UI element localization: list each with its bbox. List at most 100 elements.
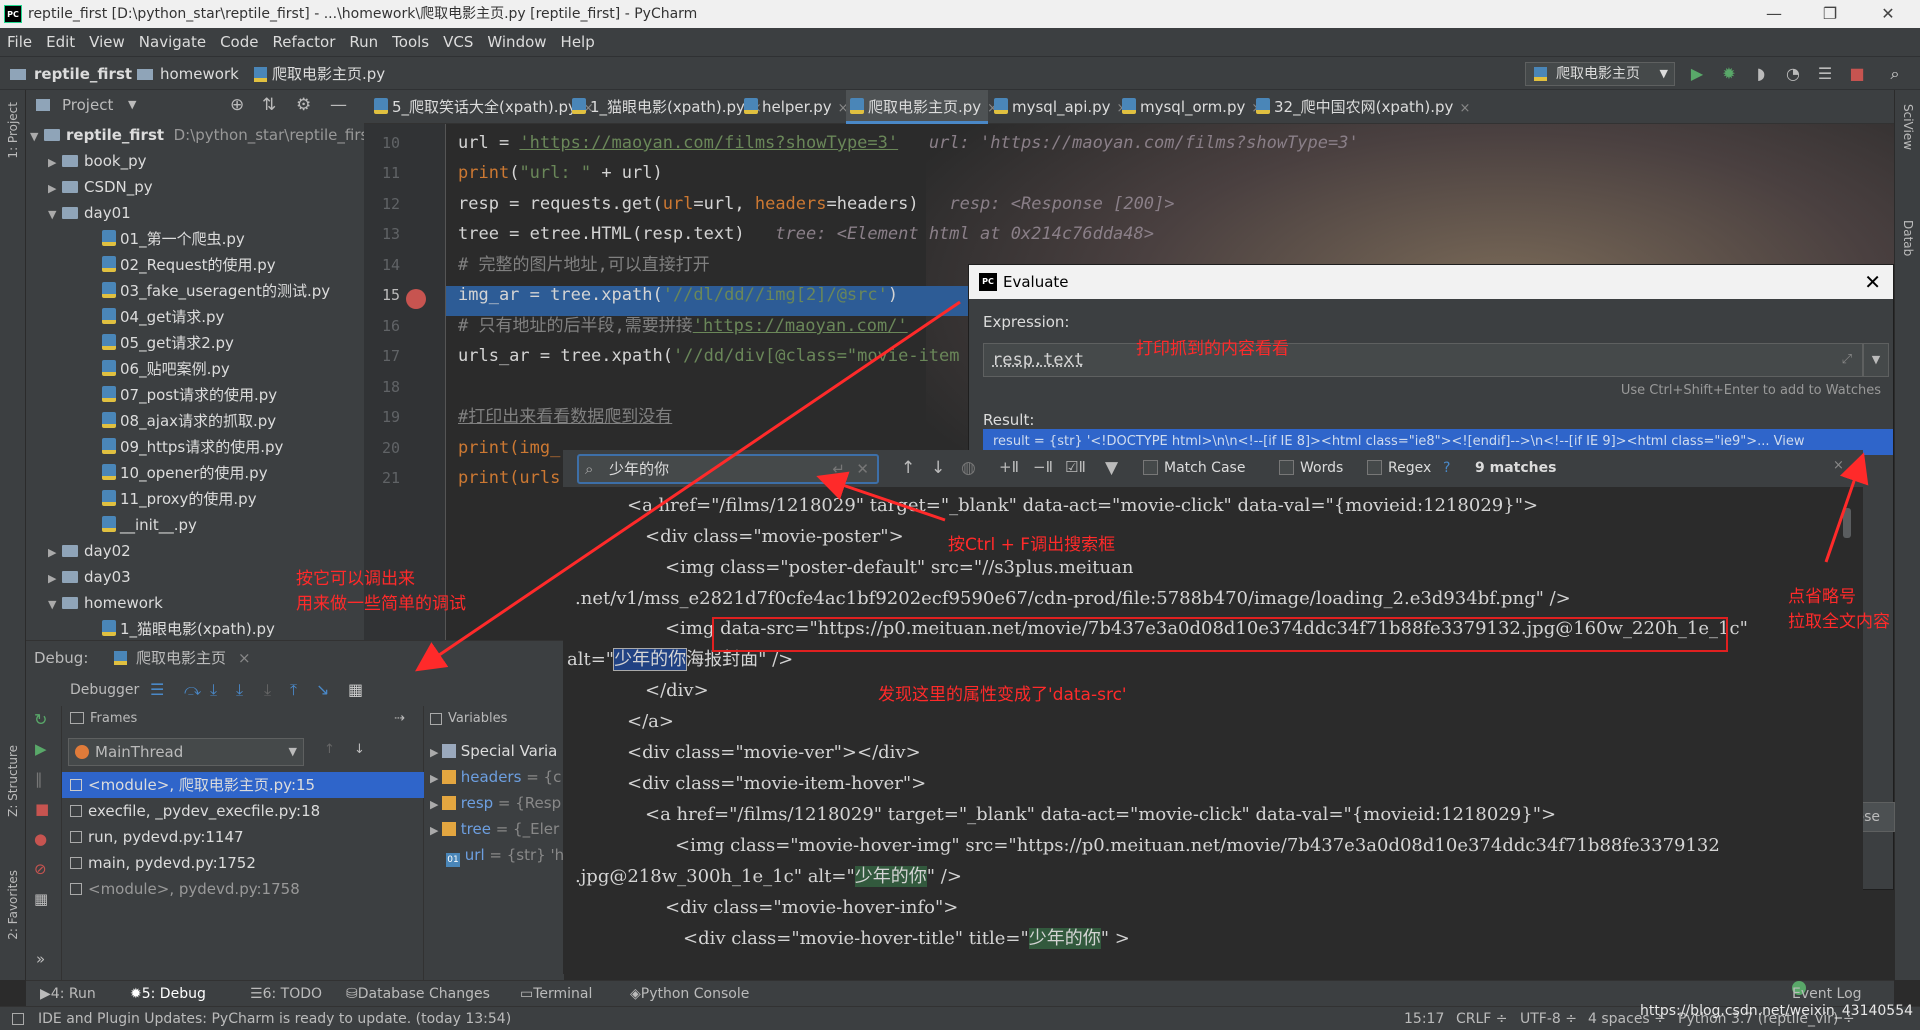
profile-icon[interactable]: ◔: [1784, 65, 1802, 83]
breadcrumb-folder[interactable]: homework: [160, 57, 239, 91]
gear-icon[interactable]: ⚙: [296, 90, 311, 120]
tree-file[interactable]: 01_第一个爬虫.py: [102, 226, 245, 252]
tree-file[interactable]: 11_proxy的使用.py: [102, 486, 257, 512]
concurrency-icon[interactable]: ☰: [1816, 65, 1834, 83]
match-case-checkbox[interactable]: Match Case: [1143, 460, 1245, 476]
cursor-position[interactable]: 15:17: [1404, 1007, 1444, 1030]
find-in-window-icon[interactable]: ◍: [961, 458, 976, 478]
tree-folder[interactable]: ▶ book_py: [48, 148, 146, 174]
tree-file[interactable]: 05_get请求2.py: [102, 330, 234, 356]
variable-row[interactable]: ▶ tree = {_Eler: [430, 816, 559, 842]
regex-checkbox[interactable]: Regex: [1367, 460, 1431, 476]
next-match-icon[interactable]: ↓: [931, 458, 945, 478]
tree-file[interactable]: 06_贴吧案例.py: [102, 356, 230, 382]
tab-file[interactable]: mysql_api.py×: [990, 90, 1127, 124]
menu-refactor[interactable]: Refactor: [265, 28, 342, 56]
tool-window-sciview[interactable]: SciView: [1901, 104, 1915, 150]
tree-file[interactable]: 02_Request的使用.py: [102, 252, 276, 278]
tool-window-database[interactable]: Datab: [1901, 220, 1915, 256]
frame-item[interactable]: run, pydevd.py:1147: [70, 824, 244, 850]
expand-icon[interactable]: ⤢: [1842, 344, 1852, 376]
select-all-occurrences-icon[interactable]: ☑Ⅱ: [1065, 458, 1086, 476]
tree-file[interactable]: 1_猫眼电影(xpath).py: [102, 616, 275, 640]
menu-vcs[interactable]: VCS: [436, 28, 480, 56]
menu-edit[interactable]: Edit: [39, 28, 82, 56]
tree-folder[interactable]: ▶ day02: [48, 538, 131, 564]
menu-help[interactable]: Help: [554, 28, 602, 56]
status-message[interactable]: IDE and Plugin Updates: PyCharm is ready…: [38, 1007, 511, 1030]
tab-todo[interactable]: ☰ 6: TODO: [250, 981, 322, 1007]
coverage-icon[interactable]: ◗: [1752, 65, 1770, 83]
tool-window-structure[interactable]: Z: Structure: [6, 745, 20, 817]
rerun-icon[interactable]: ↻: [34, 710, 47, 729]
tab-file[interactable]: 5_爬取笑话大全(xpath).py ×: [370, 90, 594, 124]
hide-icon[interactable]: —: [330, 90, 347, 120]
arrow-up-icon[interactable]: ↑: [324, 742, 335, 757]
search-everywhere-icon[interactable]: ⌕: [1886, 65, 1904, 83]
menu-file[interactable]: File: [0, 28, 39, 56]
pause-icon[interactable]: ‖: [35, 770, 43, 788]
tab-debug[interactable]: ✹ 5: Debug: [130, 981, 206, 1007]
filter-icon[interactable]: ▼: [1105, 458, 1118, 478]
collapse-all-icon[interactable]: ⇅: [262, 90, 276, 120]
close-tab-icon[interactable]: ×: [1459, 101, 1470, 116]
locate-icon[interactable]: ⊕: [230, 90, 244, 120]
tab-file-active[interactable]: 爬取电影主页.py ×: [846, 90, 998, 124]
tool-window-project[interactable]: 1: Project: [6, 102, 20, 159]
close-dialog-icon[interactable]: ✕: [1864, 265, 1881, 299]
frame-item[interactable]: main, pydevd.py:1752: [70, 850, 256, 876]
tab-file[interactable]: 1_猫眼电影(xpath).py×: [568, 90, 762, 124]
file-encoding[interactable]: UTF-8 ÷: [1520, 1007, 1577, 1030]
run-to-cursor-icon[interactable]: ↘: [316, 674, 329, 706]
mute-breakpoints-icon[interactable]: ⊘: [34, 860, 47, 878]
tree-file[interactable]: 09_https请求的使用.py: [102, 434, 283, 460]
words-checkbox[interactable]: Words: [1279, 460, 1343, 476]
update-icon[interactable]: [12, 1013, 24, 1025]
tree-folder[interactable]: ▶ CSDN_py: [48, 174, 153, 200]
scrollbar-thumb[interactable]: [1843, 508, 1851, 538]
tree-folder[interactable]: ▼ day01: [48, 200, 131, 226]
step-out-icon[interactable]: ⤒: [290, 674, 297, 706]
tool-window-favorites[interactable]: 2: Favorites: [6, 870, 20, 940]
minimize-icon[interactable]: —: [1746, 0, 1802, 28]
regex-help-link[interactable]: ?: [1443, 460, 1450, 476]
close-session-icon[interactable]: ×: [238, 641, 251, 675]
menu-navigate[interactable]: Navigate: [132, 28, 213, 56]
add-occurrence-icon[interactable]: +Ⅱ: [999, 458, 1019, 476]
variable-row[interactable]: 01 url = {str} 'ht: [446, 842, 570, 868]
tree-root[interactable]: ▼ reptile_first D:\python_star\reptile_fi…: [30, 122, 364, 148]
expression-history-dropdown[interactable]: ▼: [1863, 343, 1889, 377]
force-step-into-icon[interactable]: ⤓: [264, 674, 271, 706]
tree-folder[interactable]: ▼ homework: [48, 590, 163, 616]
project-view-select[interactable]: Project: [62, 90, 113, 120]
tree-file[interactable]: 10_opener的使用.py: [102, 460, 268, 486]
restore-icon[interactable]: ❐: [1802, 0, 1858, 28]
run-config-select[interactable]: 爬取电影主页 ▼: [1525, 62, 1675, 86]
variable-row[interactable]: ▶ Special Varia: [430, 738, 557, 764]
frame-item-selected[interactable]: <module>, 爬取电影主页.py:15: [62, 772, 424, 798]
frame-item[interactable]: execfile, _pydev_execfile.py:18: [70, 798, 320, 824]
tree-file[interactable]: __init__.py: [102, 512, 197, 538]
remove-occurrence-icon[interactable]: −Ⅱ: [1033, 458, 1053, 476]
variable-row[interactable]: ▶ resp = {Resp: [430, 790, 561, 816]
tab-file[interactable]: mysql_orm.py×: [1118, 90, 1262, 124]
tab-python-console[interactable]: ◈ Python Console: [630, 981, 749, 1007]
search-input[interactable]: ⌕ 少年的你 ↵ ✕: [577, 454, 879, 484]
tree-file[interactable]: 07_post请求的使用.py: [102, 382, 277, 408]
tree-folder[interactable]: ▶ day03: [48, 564, 131, 590]
previous-match-icon[interactable]: ↑: [901, 458, 915, 478]
step-into-icon[interactable]: ⤓: [210, 674, 217, 706]
step-into-my-code-icon[interactable]: ⤓: [236, 674, 243, 706]
expression-input[interactable]: resp.text ⤢: [983, 343, 1863, 377]
evaluate-expression-icon[interactable]: ▦: [348, 674, 363, 706]
breadcrumb-project[interactable]: reptile_first: [34, 57, 132, 91]
close-find-icon[interactable]: ×: [1833, 458, 1844, 473]
chevron-down-icon[interactable]: ▼: [128, 90, 136, 120]
frame-item[interactable]: <module>, pydevd.py:1758: [70, 876, 300, 902]
tree-file[interactable]: 08_ajax请求的抓取.py: [102, 408, 276, 434]
breakpoint-icon[interactable]: [406, 289, 426, 309]
resume-icon[interactable]: ▶: [35, 740, 47, 758]
clear-search-icon[interactable]: ✕: [856, 456, 869, 482]
menu-run[interactable]: Run: [342, 28, 385, 56]
thread-select[interactable]: MainThread ▼: [68, 738, 304, 766]
